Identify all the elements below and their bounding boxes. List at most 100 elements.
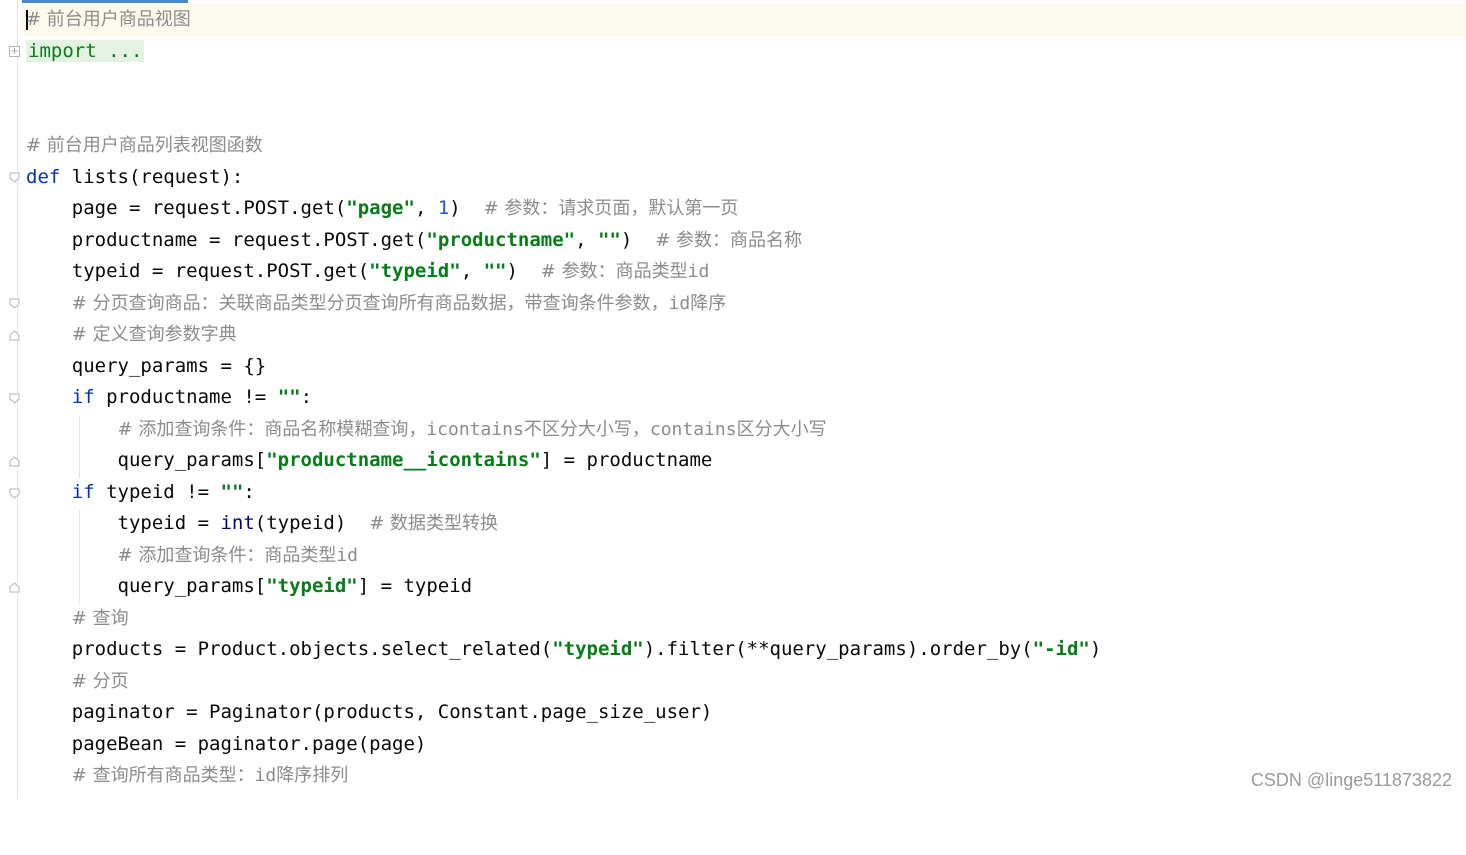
comment-text: 区分大小写 (736, 419, 827, 440)
code-line[interactable]: # 分页 (22, 666, 1466, 698)
comment: # 参数：商品类型id (541, 261, 710, 282)
string-literal: "typeid" (266, 575, 358, 597)
code-line[interactable]: # 定义查询参数字典 (22, 319, 1466, 351)
string-literal: "" (483, 260, 507, 282)
code-line[interactable]: # 查询 (22, 603, 1466, 635)
folded-ellipsis: ... (96, 40, 143, 62)
code-text: typeid = (26, 512, 221, 534)
fold-start-icon[interactable] (9, 393, 20, 404)
comment: # 定义查询参数字典 (71, 324, 237, 345)
comment-text: # 参数：商品类型 (540, 261, 688, 282)
code-line[interactable]: # 前台用户商品视图 (22, 4, 1466, 36)
comment-text: contains (649, 419, 737, 440)
code-line[interactable]: products = Product.objects.select_relate… (22, 634, 1466, 666)
code-text: productname != (94, 386, 278, 408)
code-text: ).filter(**query_params).order_by( (643, 638, 1033, 660)
code-line[interactable]: if productname != "": (22, 382, 1466, 414)
code-line[interactable]: # 分页查询商品：关联商品类型分页查询所有商品数据，带查询条件参数，id降序 (22, 288, 1466, 320)
builtin-function: int (220, 512, 255, 534)
comment: # 分页查询商品：关联商品类型分页查询所有商品数据，带查询条件参数，id降序 (72, 293, 727, 314)
code-text: page = request.POST.get( (26, 197, 347, 219)
comment-text: 降序排列 (276, 765, 349, 786)
code-text: , (575, 229, 598, 251)
code-text: query_params[ (26, 575, 267, 597)
fold-start-icon[interactable] (9, 488, 20, 499)
code-text: , (414, 197, 438, 219)
comment-text: icontains (426, 419, 524, 440)
code-text: products = Product.objects.select_relate… (26, 638, 553, 660)
string-literal: "-id" (1032, 638, 1090, 660)
comment: # 查询 (71, 608, 129, 629)
code-text: query_params[ (26, 449, 267, 471)
code-line[interactable]: pageBean = paginator.page(page) (22, 729, 1466, 761)
comment-text: id (336, 545, 359, 566)
code-text: ) (506, 260, 541, 282)
code-line[interactable]: # 前台用户商品列表视图函数 (22, 130, 1466, 162)
code-text: typeid = request.POST.get( (26, 260, 370, 282)
string-literal: "" (597, 229, 621, 251)
expand-fold-icon[interactable]: + (9, 46, 20, 57)
keyword: if (71, 386, 95, 408)
code-text: ) (1089, 638, 1102, 660)
code-line[interactable]: query_params = {} (22, 351, 1466, 383)
comment-text: # 添加查询条件：商品名称模糊查询， (117, 419, 427, 440)
code-line[interactable]: if typeid != "": (22, 477, 1466, 509)
code-line[interactable]: query_params["typeid"] = typeid (22, 571, 1466, 603)
code-text: , (460, 260, 484, 282)
fold-end-icon[interactable] (9, 456, 20, 467)
code-text: paginator = Paginator(products, Constant… (26, 701, 713, 723)
code-line[interactable]: query_params["productname__icontains"] =… (22, 445, 1466, 477)
comment: # 查询所有商品类型：id降序排列 (72, 765, 349, 786)
code-text: productname = request.POST.get( (26, 229, 427, 251)
comment: # 前台用户商品视图 (26, 9, 191, 30)
keyword: if (71, 481, 95, 503)
code-editor[interactable]: # 前台用户商品视图 import ... # 前台用户商品列表视图函数 def… (22, 0, 1466, 799)
string-literal: "" (220, 481, 244, 503)
code-line[interactable]: typeid = request.POST.get("typeid", "") … (22, 256, 1466, 288)
comment: # 分页 (71, 671, 129, 692)
comment: # 添加查询条件：商品类型id (118, 545, 359, 566)
string-literal: "productname__icontains" (266, 449, 541, 471)
comment: # 参数：请求页面，默认第一页 (483, 198, 739, 219)
code-line[interactable]: # 添加查询条件：商品类型id (22, 540, 1466, 572)
code-text: lists(request): (60, 166, 244, 188)
comment: # 前台用户商品列表视图函数 (26, 135, 263, 156)
watermark: CSDN @linge511873822 (1250, 770, 1452, 790)
number-literal: 1 (437, 197, 450, 219)
code-line[interactable]: # 添加查询条件：商品名称模糊查询，icontains不区分大小写，contai… (22, 414, 1466, 446)
keyword: def (26, 166, 61, 188)
fold-start-icon[interactable] (9, 298, 20, 309)
folded-imports[interactable]: import ... (26, 40, 145, 62)
comment: # 数据类型转换 (369, 513, 498, 534)
comment-text: 降序 (690, 293, 727, 314)
fold-start-icon[interactable] (9, 172, 20, 183)
code-text: : (243, 481, 255, 503)
code-line[interactable]: # 查询所有商品类型：id降序排列 (22, 760, 1466, 792)
code-line[interactable]: def lists(request): (22, 162, 1466, 194)
code-line[interactable]: productname = request.POST.get("productn… (22, 225, 1466, 257)
fold-end-icon[interactable] (9, 582, 20, 593)
code-line[interactable]: typeid = int(typeid) # 数据类型转换 (22, 508, 1466, 540)
keyword: import (28, 40, 97, 62)
fold-end-icon[interactable] (9, 330, 20, 341)
code-line[interactable]: page = request.POST.get("page", 1) # 参数：… (22, 193, 1466, 225)
code-text: query_params = {} (26, 355, 267, 377)
comment-text: 不区分大小写， (523, 419, 650, 440)
code-text: ] = productname (540, 449, 713, 471)
string-literal: "typeid" (552, 638, 644, 660)
code-text: ) (449, 197, 484, 219)
comment: # 参数：商品名称 (655, 230, 803, 251)
code-line[interactable]: paginator = Paginator(products, Constant… (22, 697, 1466, 729)
code-text: typeid != (94, 481, 221, 503)
string-literal: "typeid" (369, 260, 461, 282)
code-line[interactable]: import ... (22, 36, 1466, 68)
comment-text: # 分页查询商品：关联商品类型分页查询所有商品数据，带查询条件参数， (71, 293, 669, 314)
